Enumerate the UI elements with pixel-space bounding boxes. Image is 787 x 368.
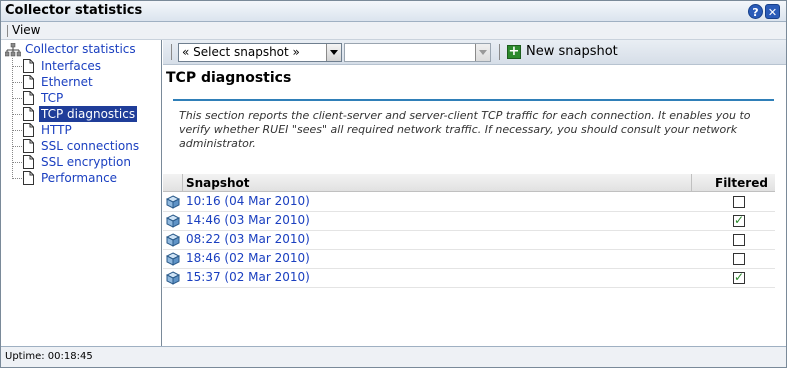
toolbar-grip xyxy=(171,44,172,60)
plus-icon: + xyxy=(507,44,521,59)
sidebar-item-http[interactable]: HTTP xyxy=(12,122,157,138)
table-row[interactable]: 18:46 (02 Mar 2010) xyxy=(163,250,775,269)
document-icon xyxy=(23,123,34,137)
document-icon xyxy=(23,155,34,169)
table-row[interactable]: 14:46 (03 Mar 2010) xyxy=(163,212,775,231)
secondary-select[interactable] xyxy=(344,43,491,62)
document-icon xyxy=(23,107,34,121)
document-icon xyxy=(23,59,34,73)
section-description: This section reports the client-server a… xyxy=(179,109,751,150)
snapshot-select-value: « Select snapshot » xyxy=(182,45,300,59)
menu-bar: View xyxy=(1,22,786,40)
column-header-filtered[interactable]: Filtered xyxy=(715,176,768,190)
title-divider xyxy=(173,99,774,101)
table-header: Snapshot Filtered xyxy=(163,174,775,192)
sidebar-item-performance[interactable]: Performance xyxy=(12,170,157,186)
menu-view[interactable]: View xyxy=(12,23,40,37)
document-icon xyxy=(23,75,34,89)
document-icon xyxy=(23,139,34,153)
sidebar-item-label: Ethernet xyxy=(41,75,93,89)
title-bar: Collector statistics ? ✕ xyxy=(1,1,786,22)
status-bar: Uptime: 00:18:45 xyxy=(1,346,786,367)
toolbar: « Select snapshot » + New snapshot xyxy=(163,40,786,65)
sidebar-item-ssl-encryption[interactable]: SSL encryption xyxy=(12,154,157,170)
document-icon xyxy=(23,91,34,105)
help-icon[interactable]: ? xyxy=(748,4,763,19)
document-icon xyxy=(23,171,34,185)
chevron-down-icon[interactable] xyxy=(326,44,341,61)
collector-statistics-window: Collector statistics ? ✕ View Collector … xyxy=(0,0,787,368)
filtered-checkbox[interactable] xyxy=(733,196,745,208)
sidebar-item-label: HTTP xyxy=(41,123,72,137)
filtered-checkbox[interactable] xyxy=(733,253,745,265)
close-icon[interactable]: ✕ xyxy=(765,4,780,19)
sidebar-item-ethernet[interactable]: Ethernet xyxy=(12,74,157,90)
column-divider xyxy=(182,174,183,192)
uptime-status: Uptime: 00:18:45 xyxy=(5,351,93,362)
filtered-checkbox[interactable] xyxy=(733,234,745,246)
sidebar-item-interfaces[interactable]: Interfaces xyxy=(12,58,157,74)
tree-connector xyxy=(12,130,22,131)
tree-network-icon xyxy=(5,43,21,57)
page-title: TCP diagnostics xyxy=(166,70,292,86)
snapshot-link[interactable]: 18:46 (02 Mar 2010) xyxy=(186,251,310,265)
sidebar-item-label: TCP diagnostics xyxy=(39,106,138,122)
tree-connector xyxy=(12,162,22,163)
window-title: Collector statistics xyxy=(5,3,143,18)
table-row[interactable]: 08:22 (03 Mar 2010) xyxy=(163,231,775,250)
snapshot-cube-icon xyxy=(166,195,180,209)
filtered-checkbox[interactable] xyxy=(733,270,745,284)
snapshot-link[interactable]: 14:46 (03 Mar 2010) xyxy=(186,213,310,227)
menu-grip xyxy=(7,25,8,37)
tree-connector xyxy=(12,98,22,99)
sidebar-tree: Collector statistics Interfaces Ethernet T… xyxy=(1,40,162,346)
sidebar-item-label: TCP xyxy=(41,91,64,105)
sidebar-item-label: Interfaces xyxy=(41,59,101,73)
chevron-down-icon[interactable] xyxy=(475,44,490,61)
tree-connector xyxy=(12,114,22,115)
sidebar-item-label: SSL connections xyxy=(41,139,140,153)
main-content: TCP diagnostics This section reports the… xyxy=(163,66,786,346)
sidebar-item-label: SSL encryption xyxy=(41,155,131,169)
tree-connector xyxy=(12,66,22,67)
new-snapshot-label: New snapshot xyxy=(526,44,618,59)
sidebar-item-tcp-diagnostics[interactable]: TCP diagnostics xyxy=(12,106,157,122)
sidebar-item-label: Performance xyxy=(41,171,118,185)
table-row[interactable]: 15:37 (02 Mar 2010) xyxy=(163,269,775,288)
column-divider xyxy=(691,174,692,192)
snapshot-cube-icon xyxy=(166,252,180,266)
snapshot-cube-icon xyxy=(166,233,180,247)
filtered-checkbox[interactable] xyxy=(733,213,745,227)
sidebar-item-ssl-connections[interactable]: SSL connections xyxy=(12,138,157,154)
snapshot-link[interactable]: 08:22 (03 Mar 2010) xyxy=(186,232,310,246)
snapshot-select[interactable]: « Select snapshot » xyxy=(178,43,342,62)
snapshot-link[interactable]: 15:37 (02 Mar 2010) xyxy=(186,270,310,284)
tree-connector xyxy=(12,146,22,147)
sidebar-item-tcp[interactable]: TCP xyxy=(12,90,157,106)
tree-connector xyxy=(12,82,22,83)
column-header-snapshot[interactable]: Snapshot xyxy=(186,176,250,190)
toolbar-separator xyxy=(499,44,500,60)
snapshot-cube-icon xyxy=(166,271,180,285)
tree-connector xyxy=(12,178,22,179)
snapshot-link[interactable]: 10:16 (04 Mar 2010) xyxy=(186,194,310,208)
tree-root-label: Collector statistics xyxy=(25,42,136,56)
table-row[interactable]: 10:16 (04 Mar 2010) xyxy=(163,193,775,212)
snapshot-cube-icon xyxy=(166,214,180,228)
